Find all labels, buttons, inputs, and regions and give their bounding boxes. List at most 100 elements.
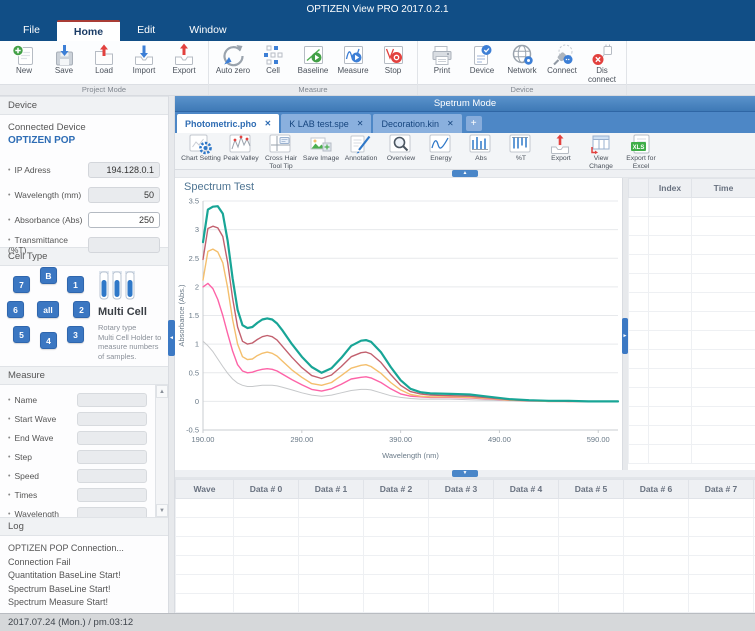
ribbon-button-cell[interactable]: Cell bbox=[253, 43, 293, 76]
tool-annotation[interactable]: Annotation bbox=[341, 133, 381, 169]
spectrum-chart-svg[interactable]: -0.500.511.522.533.5190.00290.00390.0049… bbox=[175, 178, 622, 470]
speed-input[interactable] bbox=[77, 469, 147, 483]
wavelength-field[interactable] bbox=[88, 187, 160, 203]
scroll-down-icon[interactable]: ▼ bbox=[156, 504, 168, 517]
ribbon-button-load[interactable]: Load bbox=[84, 43, 124, 76]
tool-save-image[interactable]: Save Image bbox=[301, 133, 341, 169]
tool-view-change[interactable]: View Change bbox=[581, 133, 621, 169]
table-cell bbox=[624, 594, 689, 613]
tool-energy[interactable]: Energy bbox=[421, 133, 461, 169]
tool-export[interactable]: Export bbox=[541, 133, 581, 169]
end-wave-input[interactable] bbox=[77, 431, 147, 445]
svg-text:-0.5: -0.5 bbox=[186, 426, 199, 435]
close-icon[interactable]: ✕ bbox=[265, 119, 272, 128]
collapse-sidebar-icon[interactable]: ◄ bbox=[168, 320, 175, 356]
cell-button-1[interactable]: 1 bbox=[67, 276, 84, 293]
ip-address-field[interactable] bbox=[88, 162, 160, 178]
tab-photometric[interactable]: Photometric.pho ✕ bbox=[177, 114, 279, 133]
close-icon[interactable]: ✕ bbox=[447, 119, 454, 128]
times-input[interactable] bbox=[77, 488, 147, 502]
table-cell bbox=[649, 255, 692, 274]
ribbon-button-stop[interactable]: Stop bbox=[373, 43, 413, 76]
tool-t[interactable]: %T bbox=[501, 133, 541, 169]
transmittance-field[interactable] bbox=[88, 237, 160, 253]
collapse-up-icon[interactable]: ▲ bbox=[452, 170, 478, 177]
cell-button-b[interactable]: B bbox=[40, 267, 57, 284]
menu-home[interactable]: Home bbox=[57, 20, 120, 41]
cell-button-4[interactable]: 4 bbox=[40, 332, 57, 349]
table-header-row: WaveData # 0Data # 1Data # 2Data # 3Data… bbox=[176, 480, 755, 499]
ribbon-button-baseline[interactable]: Baseline bbox=[293, 43, 333, 76]
table-cell bbox=[629, 350, 649, 369]
table-cell bbox=[364, 518, 429, 537]
cell-button-6[interactable]: 6 bbox=[7, 301, 24, 318]
cell-button-2[interactable]: 2 bbox=[73, 301, 90, 318]
close-icon[interactable]: ✕ bbox=[357, 119, 364, 128]
table-splitter[interactable]: ► bbox=[622, 178, 628, 470]
cell-button-7[interactable]: 7 bbox=[13, 276, 30, 293]
table-row bbox=[176, 556, 755, 575]
export-icon bbox=[171, 43, 197, 67]
table-cell bbox=[649, 198, 692, 217]
table-cell bbox=[494, 518, 559, 537]
tool-chart-setting[interactable]: Chart Setting bbox=[181, 133, 221, 169]
measure-scrollbar[interactable]: ▲ ▼ bbox=[155, 385, 168, 517]
ribbon-button-label: Connect bbox=[547, 67, 577, 76]
series-teal bbox=[203, 206, 618, 401]
table-row bbox=[629, 407, 755, 426]
ribbon-button-print[interactable]: Print bbox=[422, 43, 462, 76]
collapse-down-icon[interactable]: ▼ bbox=[452, 470, 478, 477]
table-cell bbox=[429, 594, 494, 613]
ribbon-button-auto-zero[interactable]: Auto zero bbox=[213, 43, 253, 76]
table-cell bbox=[364, 594, 429, 613]
svg-text:1: 1 bbox=[195, 340, 199, 349]
svg-text:3: 3 bbox=[195, 225, 199, 234]
wavelength-input[interactable] bbox=[77, 507, 147, 518]
tool-overview[interactable]: Overview bbox=[381, 133, 421, 169]
menu-edit[interactable]: Edit bbox=[120, 18, 172, 41]
table-cell bbox=[429, 556, 494, 575]
ribbon-button-network[interactable]: Network bbox=[502, 43, 542, 76]
times-label: Times bbox=[8, 490, 77, 500]
measure-name-input[interactable] bbox=[77, 393, 147, 407]
tool-peak-valley[interactable]: Peak Valley bbox=[221, 133, 261, 169]
table-row bbox=[629, 217, 755, 236]
tab-decoration[interactable]: Decoration.kin ✕ bbox=[373, 114, 461, 133]
table-row bbox=[629, 274, 755, 293]
table-cell bbox=[234, 499, 299, 518]
menu-window[interactable]: Window bbox=[172, 18, 243, 41]
menu-file[interactable]: File bbox=[6, 18, 57, 41]
tool-label: View Change bbox=[581, 155, 621, 170]
ribbon-button-save[interactable]: Save bbox=[44, 43, 84, 76]
cell-button-3[interactable]: 3 bbox=[67, 326, 84, 343]
ribbon-button-export[interactable]: Export bbox=[164, 43, 204, 76]
table-cell bbox=[689, 518, 754, 537]
x-axis-label: Wavelength (nm) bbox=[382, 451, 439, 460]
ribbon-button-connect[interactable]: Connect bbox=[542, 43, 582, 76]
tool-cross-hair-tool-tip[interactable]: Cross Hair Tool Tip bbox=[261, 133, 301, 169]
cell-button-5[interactable]: 5 bbox=[13, 326, 30, 343]
collapse-table-icon[interactable]: ► bbox=[622, 318, 628, 354]
app-window: OPTIZEN View PRO 2017.0.2.1 File Home Ed… bbox=[0, 0, 755, 631]
ribbon-button-import[interactable]: Import bbox=[124, 43, 164, 76]
ribbon-button-dis-connect[interactable]: Dis connect bbox=[582, 43, 622, 84]
tab-k-lab-test[interactable]: K LAB test.spe ✕ bbox=[281, 114, 371, 133]
scroll-up-icon[interactable]: ▲ bbox=[156, 385, 168, 398]
table-cell bbox=[629, 236, 649, 255]
ribbon-button-measure[interactable]: Measure bbox=[333, 43, 373, 76]
ribbon-button-new[interactable]: New bbox=[4, 43, 44, 76]
step-input[interactable] bbox=[77, 450, 147, 464]
cell-button-all[interactable]: all bbox=[37, 301, 59, 318]
absorbance-field[interactable] bbox=[88, 212, 160, 228]
new-tab-button[interactable]: + bbox=[466, 116, 482, 131]
tool-abs[interactable]: Abs bbox=[461, 133, 501, 169]
table-cell bbox=[494, 499, 559, 518]
overview-icon bbox=[389, 134, 413, 155]
import-icon bbox=[131, 43, 157, 67]
sidebar-splitter[interactable]: ◄ bbox=[168, 96, 175, 613]
start-wave-input[interactable] bbox=[77, 412, 147, 426]
tool-export-for-excel[interactable]: XLSExport for Excel bbox=[621, 133, 661, 169]
log-panel: Log OPTIZEN POP Connection... Connection… bbox=[0, 517, 168, 613]
ribbon-button-label: Measure bbox=[337, 67, 368, 76]
ribbon-button-device[interactable]: Device bbox=[462, 43, 502, 76]
